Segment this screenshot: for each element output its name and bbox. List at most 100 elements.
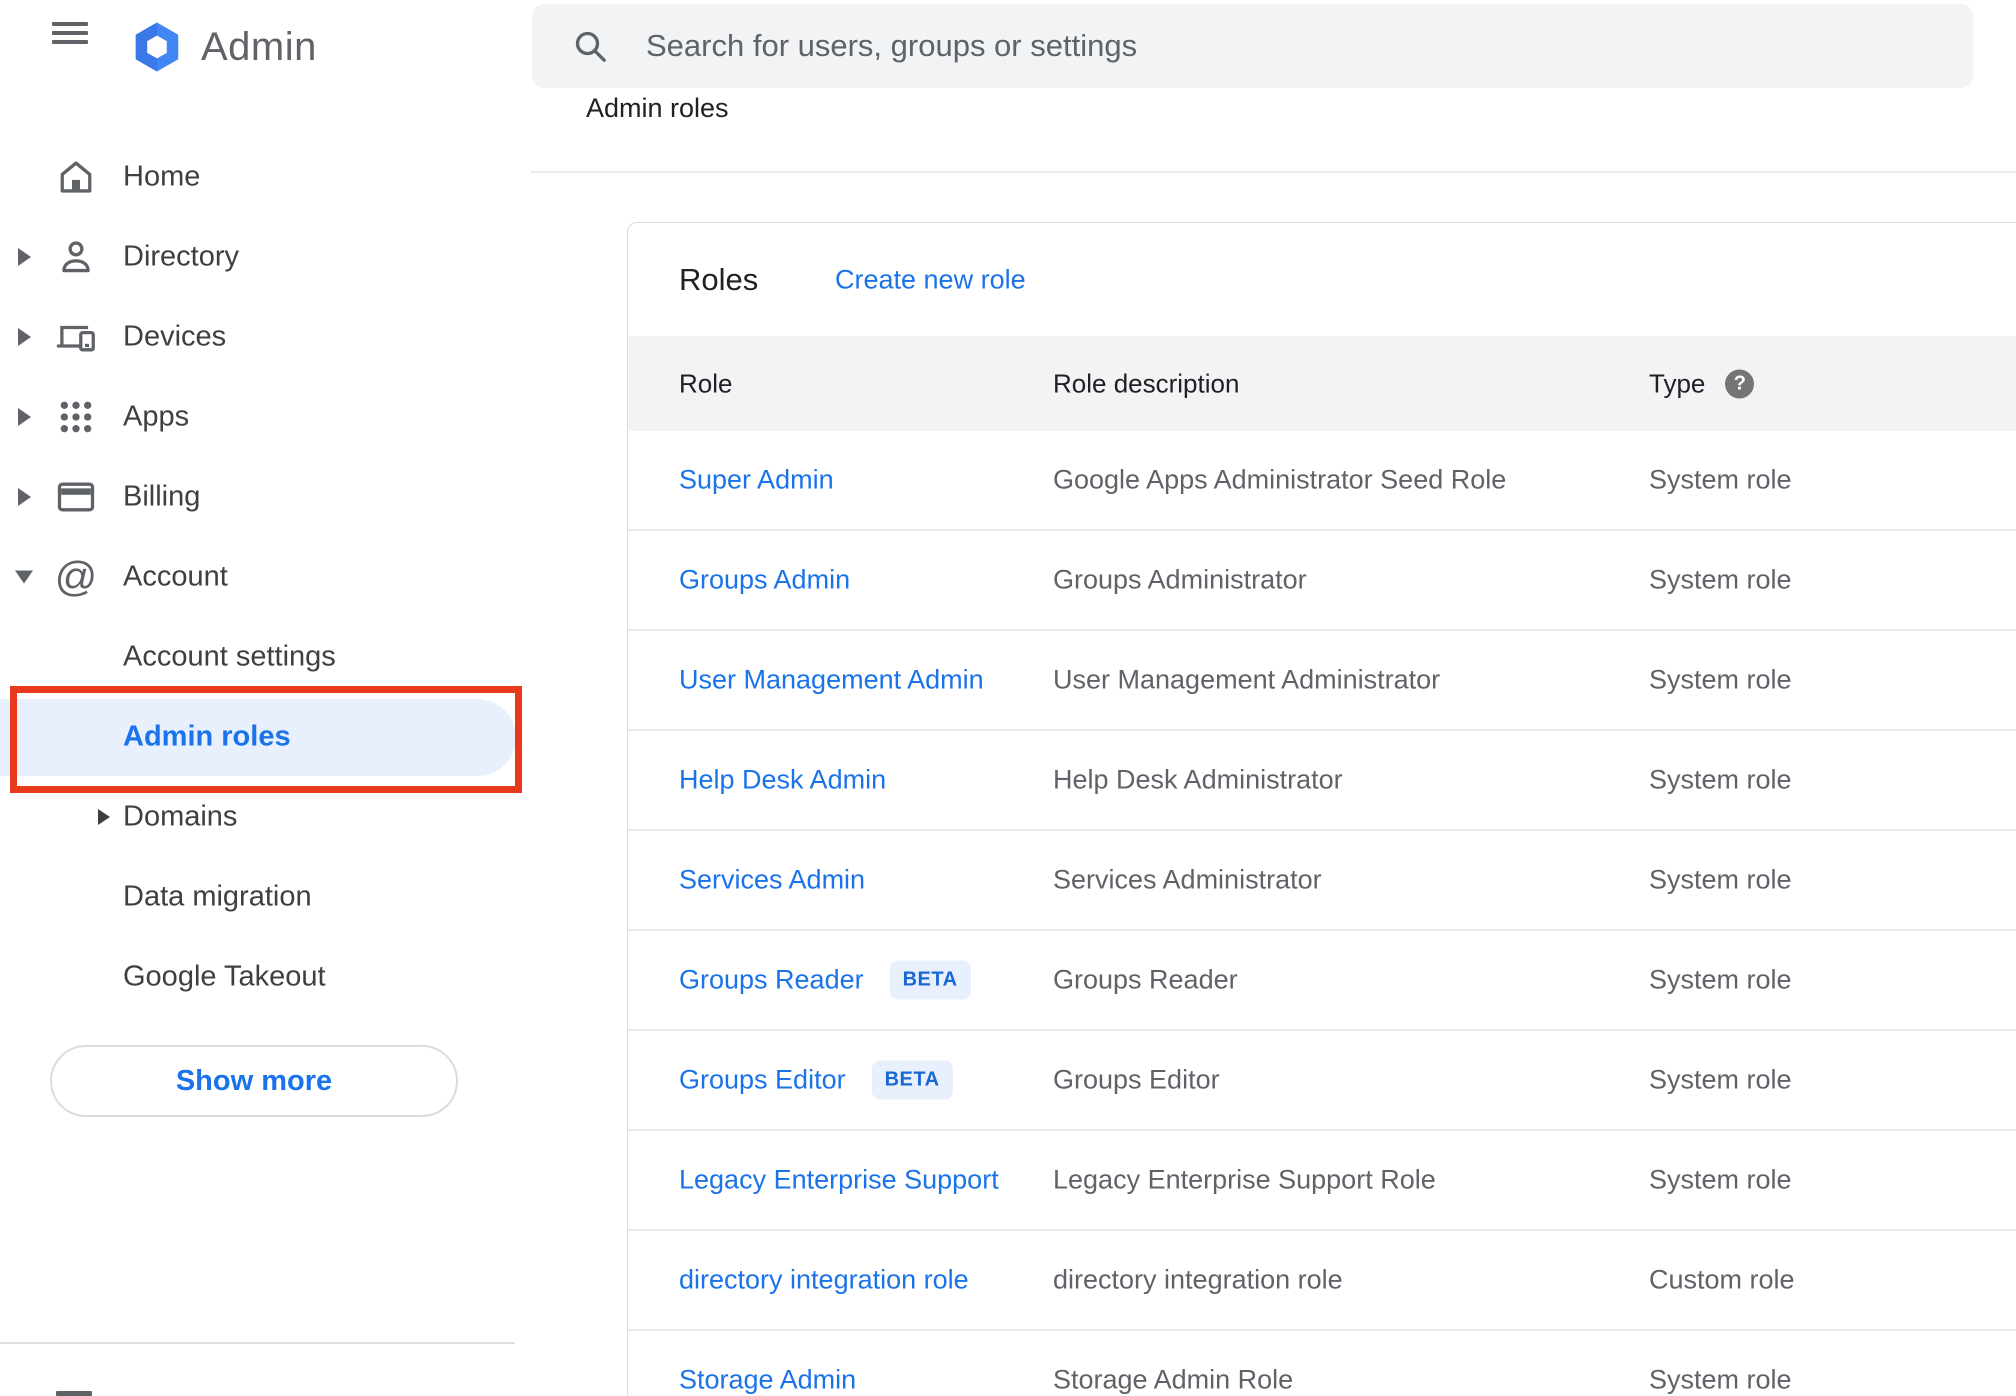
role-link-legacy-enterprise-support[interactable]: Legacy Enterprise Support: [679, 1165, 999, 1196]
sidebar-item-label: Google Takeout: [123, 960, 326, 993]
role-link-groups-reader[interactable]: Groups Reader: [679, 965, 864, 996]
column-header-role: Role: [679, 368, 733, 398]
sidebar-item-directory[interactable]: Directory: [0, 217, 531, 297]
sidebar-item-label: Domains: [123, 800, 238, 833]
roles-title: Roles: [679, 261, 759, 297]
role-type-cell: System role: [1649, 964, 1792, 995]
role-type-cell: System role: [1649, 564, 1792, 595]
role-link-groups-admin[interactable]: Groups Admin: [679, 565, 850, 596]
search-icon: [570, 26, 610, 66]
role-cell: Groups Reader BETA: [679, 960, 971, 1000]
table-row: Legacy Enterprise Support Legacy Enterpri…: [628, 1131, 2016, 1231]
role-cell: Groups Editor BETA: [679, 1060, 953, 1100]
home-icon: [54, 155, 98, 199]
expand-right-icon: [18, 248, 31, 266]
sidebar-item-billing[interactable]: Billing: [0, 457, 531, 537]
create-new-role-link[interactable]: Create new role: [835, 264, 1026, 295]
search-bar[interactable]: [532, 4, 1973, 88]
role-description-cell: Legacy Enterprise Support Role: [1053, 1164, 1436, 1195]
role-cell: Super Admin: [679, 465, 834, 496]
role-type-cell: System role: [1649, 664, 1792, 695]
google-admin-console: Admin Home Directory Devices Apps Billing @ Ac…: [0, 0, 2016, 1396]
beta-badge: BETA: [871, 1060, 953, 1100]
role-link-super-admin[interactable]: Super Admin: [679, 465, 834, 496]
role-cell: Legacy Enterprise Support: [679, 1165, 999, 1196]
role-cell: directory integration role: [679, 1265, 969, 1296]
sidebar: Admin Home Directory Devices Apps Billing @ Ac…: [0, 0, 531, 1396]
role-description-cell: Groups Administrator: [1053, 564, 1307, 595]
table-row: Services Admin Services Administrator Syst…: [628, 831, 2016, 931]
role-link-storage-admin[interactable]: Storage Admin: [679, 1365, 856, 1396]
show-more-button[interactable]: Show more: [50, 1045, 458, 1117]
table-row: User Management Admin User Management Adm…: [628, 631, 2016, 731]
table-header-row: Role Role description Type ?: [628, 336, 2016, 431]
sidebar-item-label: Account: [123, 560, 228, 593]
role-link-services-admin[interactable]: Services Admin: [679, 865, 865, 896]
column-header-description: Role description: [1053, 368, 1240, 398]
expand-right-icon: [18, 328, 31, 346]
table-row: Super Admin Google Apps Administrator See…: [628, 431, 2016, 531]
role-type-cell: System role: [1649, 864, 1792, 895]
table-body: Super Admin Google Apps Administrator See…: [628, 431, 2016, 1396]
search-input[interactable]: [644, 27, 1953, 65]
sidebar-item-domains[interactable]: Domains: [0, 777, 531, 857]
sidebar-item-label: Billing: [123, 480, 201, 513]
role-link-groups-editor[interactable]: Groups Editor: [679, 1065, 846, 1096]
collapse-down-icon: [15, 570, 33, 584]
role-description-cell: User Management Administrator: [1053, 664, 1441, 695]
breadcrumb-divider: [531, 171, 2016, 173]
role-link-user-management-admin[interactable]: User Management Admin: [679, 665, 984, 696]
sidebar-item-apps[interactable]: Apps: [0, 377, 531, 457]
role-description-cell: Services Administrator: [1053, 864, 1322, 895]
admin-logo-icon: [128, 19, 186, 75]
role-cell: Groups Admin: [679, 565, 850, 596]
sidebar-item-account-settings[interactable]: Account settings: [0, 617, 531, 697]
sidebar-nav: Home Directory Devices Apps Billing @ Account A…: [0, 137, 531, 1017]
role-link-help-desk-admin[interactable]: Help Desk Admin: [679, 765, 886, 796]
sidebar-item-admin-roles[interactable]: Admin roles: [0, 697, 531, 777]
role-link-directory-integration-role[interactable]: directory integration role: [679, 1265, 969, 1296]
table-row: Help Desk Admin Help Desk Administrator Sy…: [628, 731, 2016, 831]
expand-right-icon: [98, 809, 110, 825]
table-row: Storage Admin Storage Admin Role System ro…: [628, 1331, 2016, 1396]
role-description-cell: Groups Reader: [1053, 964, 1238, 995]
breadcrumb: Admin roles: [586, 93, 729, 123]
role-description-cell: Storage Admin Role: [1053, 1364, 1294, 1395]
sidebar-item-home[interactable]: Home: [0, 137, 531, 217]
role-cell: User Management Admin: [679, 665, 984, 696]
sidebar-item-label: Data migration: [123, 880, 312, 913]
role-description-cell: Help Desk Administrator: [1053, 764, 1343, 795]
sidebar-item-account[interactable]: @ Account: [0, 537, 531, 617]
table-row: directory integration role directory inte…: [628, 1231, 2016, 1331]
table-row: Groups Editor BETA Groups Editor System rol…: [628, 1031, 2016, 1131]
column-header-type: Type ?: [1649, 368, 1755, 399]
sidebar-item-devices[interactable]: Devices: [0, 297, 531, 377]
table-row: Groups Reader BETA Groups Reader System rol…: [628, 931, 2016, 1031]
sidebar-item-label: Directory: [123, 240, 240, 273]
expand-right-icon: [18, 408, 31, 426]
sidebar-item-label: Apps: [123, 400, 190, 433]
role-description-cell: Google Apps Administrator Seed Role: [1053, 464, 1507, 495]
beta-badge: BETA: [889, 960, 971, 1000]
roles-card: Roles Create new role Role Role descript…: [627, 222, 2016, 1396]
sidebar-item-label: Devices: [123, 320, 227, 353]
role-type-cell: System role: [1649, 1064, 1792, 1095]
role-cell: Services Admin: [679, 865, 865, 896]
sidebar-item-google-takeout[interactable]: Google Takeout: [0, 937, 531, 1017]
sidebar-item-label: Home: [123, 160, 201, 193]
table-row: Groups Admin Groups Administrator System r…: [628, 531, 2016, 631]
partial-bottom-icon: [56, 1391, 92, 1396]
sidebar-item-label: Account settings: [123, 640, 336, 673]
person-icon: [54, 235, 98, 279]
expand-right-icon: [18, 488, 31, 506]
help-icon[interactable]: ?: [1725, 369, 1755, 398]
sidebar-divider: [0, 1342, 515, 1344]
apps-grid-icon: [54, 395, 98, 439]
sidebar-item-data-migration[interactable]: Data migration: [0, 857, 531, 937]
role-type-cell: Custom role: [1649, 1264, 1795, 1295]
main-menu-icon[interactable]: [52, 22, 88, 44]
role-cell: Help Desk Admin: [679, 765, 886, 796]
role-description-cell: Groups Editor: [1053, 1064, 1220, 1095]
devices-icon: [54, 315, 98, 359]
role-cell: Storage Admin: [679, 1365, 856, 1396]
